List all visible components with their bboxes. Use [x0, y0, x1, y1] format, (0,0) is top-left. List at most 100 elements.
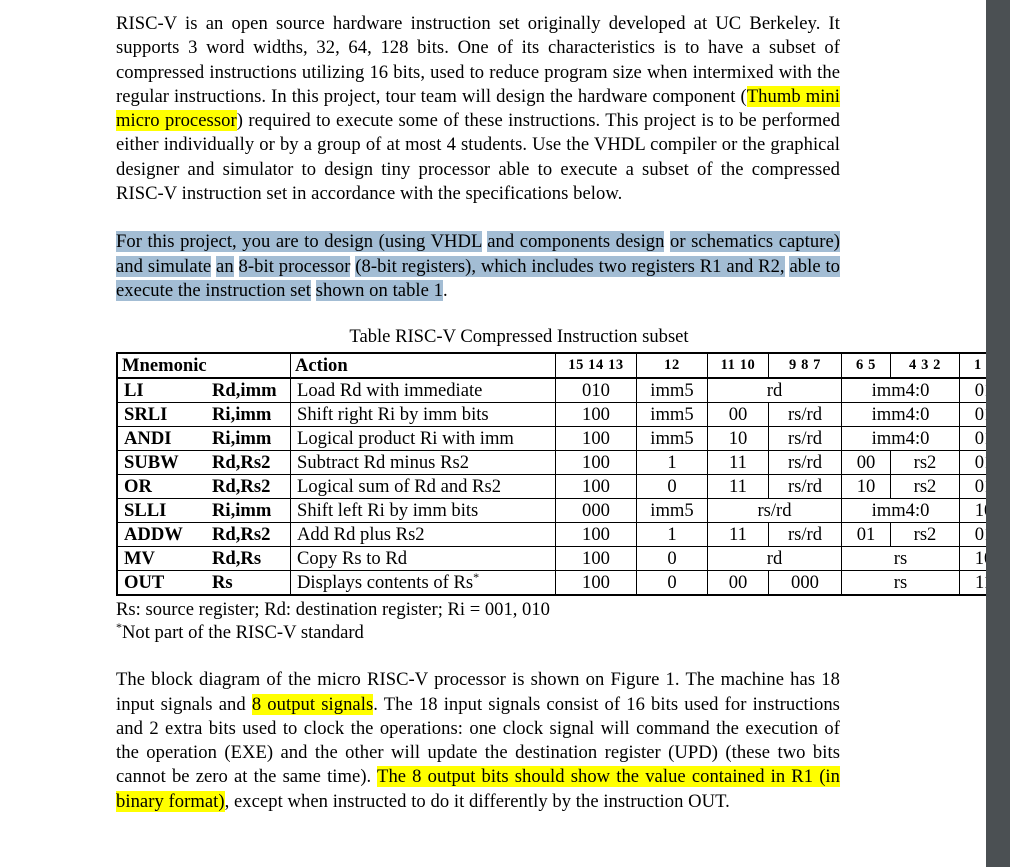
cell-bitfield: 0 [636, 474, 708, 500]
cell-bitfield: 00 [707, 402, 769, 428]
highlighted-text-blue: shown on table 1 [315, 279, 443, 301]
highlighted-text-blue: (8-bit registers), which includes two re… [355, 255, 785, 277]
table-column-header: 4 3 2 [890, 352, 960, 380]
mnemonic-name: MV [124, 547, 155, 569]
highlighted-text-blue: 8 [238, 255, 248, 277]
cell-bitfield: imm4:0 [841, 498, 960, 524]
cell-action: Copy Rs to Rd [290, 546, 556, 572]
mnemonic-name: LI [124, 379, 144, 401]
cell-bitfield: 100 [555, 450, 637, 476]
table-column-header: Action [290, 352, 556, 380]
mnemonic-name: SUBW [124, 451, 179, 473]
cell-bitfield: imm4:0 [841, 402, 960, 428]
cell-mnemonic: OUT Rs [116, 570, 291, 596]
cell-bitfield: 10 [841, 474, 891, 500]
instruction-table-block: Table RISC-V Compressed Instruction subs… [116, 326, 1010, 597]
paragraph-project-spec: For this project, you are to design (usi… [116, 230, 841, 303]
table-column-header: 6 5 [841, 352, 891, 380]
cell-bitfield: 01 [841, 522, 891, 548]
text-run: RISC-V is an open source hardware instru… [116, 13, 840, 107]
table-column-header: 12 [636, 352, 708, 380]
highlighted-text-blue: For this project, you are to design (usi… [116, 231, 482, 253]
cell-bitfield: 100 [555, 474, 637, 500]
table-caption: Table RISC-V Compressed Instruction subs… [349, 326, 689, 348]
paragraph-project-spec-container: For this project, you are to design (usi… [116, 230, 841, 303]
table-column-header: 9 8 7 [768, 352, 842, 380]
cell-bitfield: 10 [707, 426, 769, 452]
cell-mnemonic: LI Rd,imm [116, 377, 291, 404]
cell-mnemonic: SRLI Ri,imm [116, 402, 291, 428]
cell-bitfield: 100 [555, 570, 637, 596]
highlighted-text-blue: an [216, 255, 234, 277]
cell-action: Logical product Ri with imm [290, 426, 556, 452]
right-edge-strip [986, 0, 1010, 867]
cell-bitfield: imm5 [636, 377, 708, 404]
cell-mnemonic: ANDI Ri,imm [116, 426, 291, 452]
mnemonic-name: OR [124, 475, 152, 497]
cell-bitfield: 000 [768, 570, 842, 596]
table-row: LI Rd,imm Load Rd with immediate 010 imm5 rd i… [116, 377, 1010, 404]
cell-mnemonic: ADDW Rd,Rs2 [116, 522, 291, 548]
table-header: Mnemonic Action 15 14 13 12 11 10 9 8 76 54 3… [116, 352, 1010, 380]
mnemonic-name: SRLI [124, 403, 168, 425]
cell-action: Load Rd with immediate [290, 377, 556, 404]
cell-bitfield: rs2 [890, 450, 960, 476]
mnemonic-operands: Rs [212, 571, 233, 593]
footnote-nonstandard-text: Not part of the RISC-V standard [122, 622, 364, 644]
cell-bitfield: rs/rd [707, 498, 842, 524]
cell-action: Subtract Rd minus Rs2 [290, 450, 556, 476]
cell-bitfield: 010 [555, 377, 637, 404]
table-column-header: Mnemonic [116, 352, 291, 380]
action-footnote-marker: * [473, 570, 480, 584]
paragraph-block-diagram: The block diagram of the micro RISC-V pr… [116, 668, 840, 814]
cell-bitfield: 00 [707, 570, 769, 596]
cell-bitfield: rd [707, 377, 842, 404]
cell-bitfield: rs/rd [768, 402, 842, 428]
cell-bitfield: imm5 [636, 498, 708, 524]
cell-mnemonic: SUBW Rd,Rs2 [116, 450, 291, 476]
cell-mnemonic: SLLI Ri,imm [116, 498, 291, 524]
cell-bitfield: 100 [555, 546, 637, 572]
cell-bitfield: 000 [555, 498, 637, 524]
cell-bitfield: 1 [636, 522, 708, 548]
text-run: . [443, 279, 448, 301]
table-row: OR Rd,Rs2 Logical sum of Rd and Rs2 100 0 11 r… [116, 474, 1010, 500]
table-row: SRLI Ri,imm Shift right Ri by imm bits 100 i… [116, 402, 1010, 428]
mnemonic-name: OUT [124, 571, 165, 593]
mnemonic-operands: Rd,Rs2 [212, 523, 271, 545]
mnemonic-operands: Rd,imm [212, 379, 277, 401]
cell-bitfield: rs/rd [768, 474, 842, 500]
cell-bitfield: 11 [707, 522, 769, 548]
paragraph-intro: RISC-V is an open source hardware instru… [116, 12, 840, 206]
mnemonic-name: ANDI [124, 427, 172, 449]
instruction-subset-table: Mnemonic Action 15 14 13 12 11 10 9 8 76 54 3… [116, 352, 1010, 597]
highlighted-text-blue: able to [789, 255, 841, 277]
cell-action: Displays contents of Rs* [290, 570, 556, 596]
table-row: SLLI Ri,imm Shift left Ri by imm bits 000 im… [116, 498, 1010, 524]
cell-bitfield: 100 [555, 426, 637, 452]
cell-bitfield: 11 [707, 450, 769, 476]
paragraph-intro-container: RISC-V is an open source hardware instru… [116, 12, 840, 206]
footnote-nonstandard: *Not part of the RISC-V standard [116, 621, 856, 644]
table-header-row: Mnemonic Action 15 14 13 12 11 10 9 8 76 54 3… [116, 352, 1010, 380]
cell-action: Shift right Ri by imm bits [290, 402, 556, 428]
table-column-header: 15 14 13 [555, 352, 637, 380]
cell-action: Add Rd plus Rs2 [290, 522, 556, 548]
footnote-registers: Rs: source register; Rd: destination reg… [116, 599, 550, 621]
cell-action: Logical sum of Rd and Rs2 [290, 474, 556, 500]
table-row: ANDI Ri,imm Logical product Ri with imm 100… [116, 426, 1010, 452]
table-body: LI Rd,imm Load Rd with immediate 010 imm5 rd i… [116, 377, 1010, 596]
cell-bitfield: rs/rd [768, 522, 842, 548]
cell-mnemonic: MV Rd,Rs [116, 546, 291, 572]
cell-bitfield: imm5 [636, 402, 708, 428]
cell-bitfield: rs [841, 546, 960, 572]
highlighted-text-blue: execute the instruction set [116, 279, 311, 301]
table-row: ADDW Rd,Rs2 Add Rd plus Rs2 100 1 11 rs/rd 01 rs… [116, 522, 1010, 548]
cell-bitfield: 0 [636, 546, 708, 572]
text-run: , except when instructed to do it differ… [224, 790, 730, 812]
table-column-header: 11 10 [707, 352, 769, 380]
cell-bitfield: 11 [707, 474, 769, 500]
paragraph-block-diagram-container: The block diagram of the micro RISC-V pr… [116, 668, 840, 814]
mnemonic-operands: Rd,Rs2 [212, 451, 271, 473]
table-row: MV Rd,Rs Copy Rs to Rd 100 0rd rs 10 [116, 546, 1010, 572]
